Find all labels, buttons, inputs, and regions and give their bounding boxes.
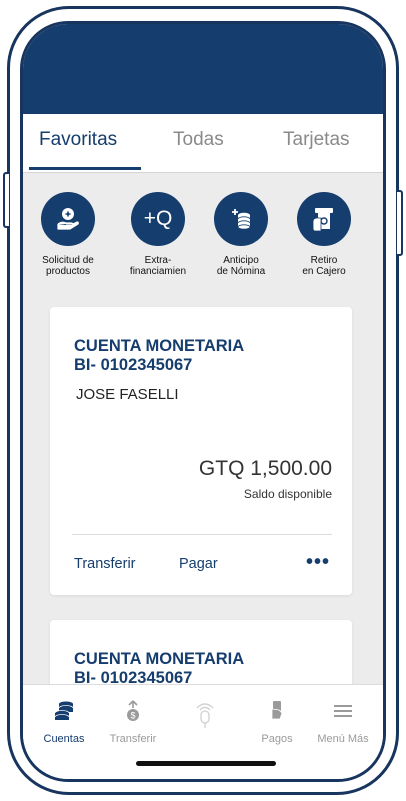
nav-cuentas[interactable]: Cuentas	[29, 699, 99, 745]
shortcut-label: Anticipo de Nómina	[216, 255, 266, 277]
shortcut-anticipo-nomina[interactable]: Anticipo de Nómina	[200, 192, 282, 277]
coins-plus-icon	[214, 192, 268, 246]
nav-voice[interactable]	[170, 699, 240, 741]
nav-label: Menú Más	[317, 733, 369, 745]
shortcut-extra-financiamiento[interactable]: +Q Extra- financiamien	[117, 192, 199, 277]
tab-todas[interactable]: Todas	[173, 129, 224, 151]
tab-favoritas[interactable]: Favoritas	[39, 129, 117, 151]
account-number: BI- 0102345067	[74, 356, 193, 374]
phone-screen: Favoritas Todas Tarjetas Solicitud de pr…	[20, 21, 386, 782]
balance-label: Saldo disponible	[243, 487, 332, 501]
account-type: CUENTA MONETARIA	[74, 337, 245, 355]
nav-menu-mas[interactable]: Menú Más	[308, 699, 378, 745]
svg-text:$: $	[130, 711, 135, 721]
nav-transferir[interactable]: $ Transferir	[98, 699, 168, 745]
active-tab-indicator	[29, 167, 141, 170]
shortcut-label: Extra- financiamien	[129, 255, 187, 277]
account-type: CUENTA MONETARIA	[74, 650, 245, 668]
account-balance: GTQ 1,500.00	[198, 457, 332, 480]
payment-hand-icon	[271, 701, 283, 720]
phone-side-button-left	[3, 172, 9, 228]
coins-stack-icon	[54, 701, 74, 720]
more-options-icon[interactable]: •••	[306, 551, 330, 574]
nav-label: Cuentas	[43, 733, 85, 745]
atm-icon	[297, 192, 351, 246]
account-holder: JOSE FASELLI	[76, 386, 179, 403]
home-indicator[interactable]	[136, 761, 276, 766]
nav-pagos[interactable]: Pagos	[242, 699, 312, 745]
voice-assistant-icon	[196, 703, 214, 728]
card-divider	[72, 534, 332, 535]
tab-tarjetas[interactable]: Tarjetas	[283, 129, 350, 151]
menu-icon	[334, 705, 352, 717]
nav-label: Transferir	[109, 733, 157, 745]
app-header	[23, 24, 383, 114]
bottom-navigation: Cuentas $ Transferir Pagos Menú Más	[23, 684, 383, 779]
shortcut-label: Retiro en Cajero	[302, 255, 346, 277]
phone-side-button-right	[397, 190, 403, 256]
quick-actions: Solicitud de productos +Q Extra- financi…	[23, 174, 383, 294]
shortcut-retiro-cajero[interactable]: Retiro en Cajero	[283, 192, 365, 277]
shortcut-label: Solicitud de productos	[42, 255, 94, 277]
account-card[interactable]: CUENTA MONETARIA BI- 0102345067 JOSE FAS…	[50, 307, 352, 595]
pay-button[interactable]: Pagar	[179, 556, 218, 572]
transfer-button[interactable]: Transferir	[74, 556, 136, 572]
account-tabs: Favoritas Todas Tarjetas	[23, 114, 383, 173]
nav-label: Pagos	[261, 733, 293, 745]
shortcut-solicitud-productos[interactable]: Solicitud de productos	[27, 192, 109, 277]
transfer-money-icon: $	[127, 700, 139, 721]
hand-add-icon	[41, 192, 95, 246]
plus-q-icon: +Q	[131, 192, 185, 246]
